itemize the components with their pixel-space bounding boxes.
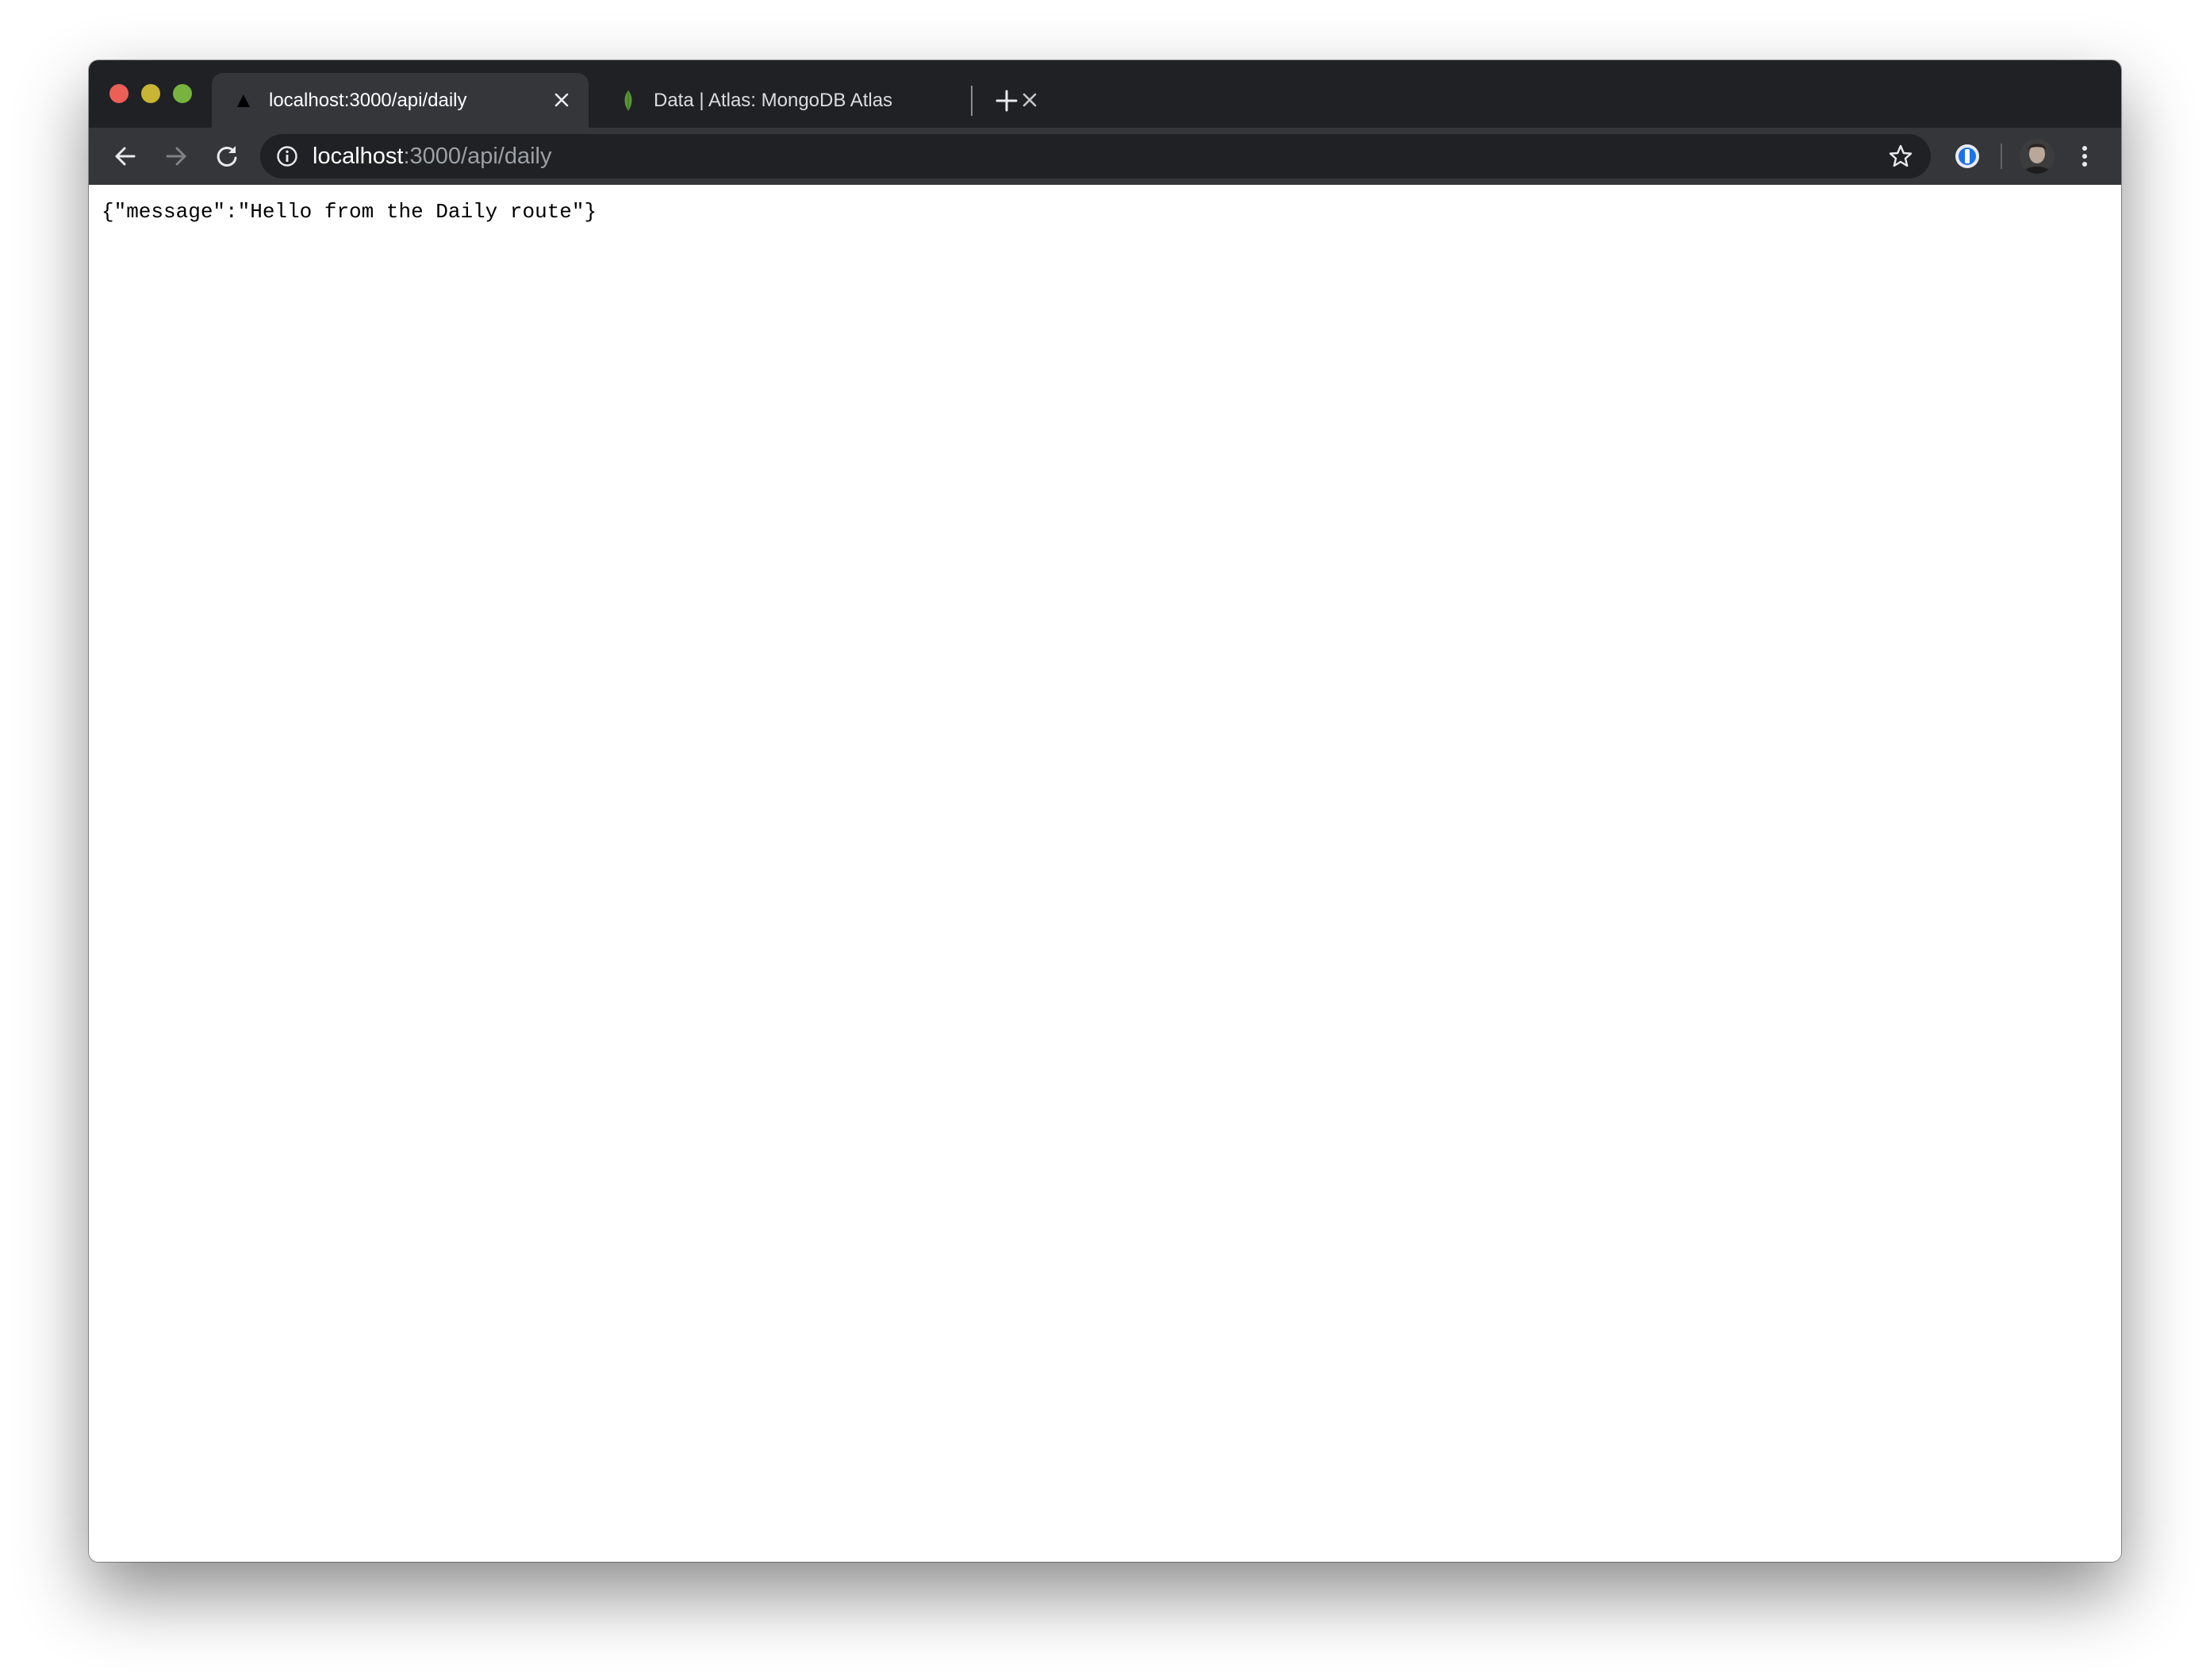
url-host: localhost bbox=[313, 144, 404, 169]
tab-divider bbox=[971, 86, 973, 116]
reload-button[interactable] bbox=[213, 142, 241, 171]
tab-title: Data | Atlas: MongoDB Atlas bbox=[654, 90, 893, 111]
password-manager-icon bbox=[1953, 144, 1982, 174]
tab-title: localhost:3000/api/daily bbox=[269, 90, 467, 111]
window-maximize-button[interactable] bbox=[173, 84, 192, 103]
tab-mongodb-atlas[interactable]: Data | Atlas: MongoDB Atlas bbox=[597, 73, 1057, 128]
extension-button[interactable] bbox=[1953, 142, 1982, 171]
info-icon[interactable] bbox=[276, 145, 298, 167]
mongodb-leaf-icon bbox=[619, 90, 638, 111]
page-content: {"message":"Hello from the Daily route"} bbox=[89, 185, 2121, 1562]
new-tab-button[interactable] bbox=[993, 87, 1020, 114]
url-path: :3000/api/daily bbox=[403, 144, 552, 169]
close-icon[interactable] bbox=[552, 90, 571, 109]
arrow-left-icon bbox=[111, 147, 140, 174]
toolbar: localhost:3000/api/daily bbox=[89, 128, 2121, 185]
triangle-favicon-icon bbox=[234, 91, 253, 110]
browser-window: localhost:3000/api/daily Data | Atlas: M… bbox=[89, 60, 2121, 1562]
address-bar[interactable]: localhost:3000/api/daily bbox=[260, 134, 1931, 178]
back-button[interactable] bbox=[111, 142, 140, 171]
tab-localhost-api-daily[interactable]: localhost:3000/api/daily bbox=[212, 73, 589, 128]
url-text: localhost:3000/api/daily bbox=[313, 134, 552, 178]
profile-avatar[interactable] bbox=[2020, 139, 2055, 174]
tab-strip: localhost:3000/api/daily Data | Atlas: M… bbox=[89, 60, 2121, 128]
arrow-right-icon bbox=[162, 147, 190, 174]
close-icon[interactable] bbox=[1020, 90, 1039, 109]
more-vertical-icon bbox=[2070, 146, 2099, 174]
plus-icon bbox=[993, 90, 1020, 117]
toolbar-divider bbox=[2001, 144, 2002, 169]
forward-button[interactable] bbox=[162, 142, 190, 171]
window-close-button[interactable] bbox=[109, 84, 129, 103]
window-minimize-button[interactable] bbox=[141, 84, 160, 103]
reload-icon bbox=[213, 146, 241, 174]
bookmark-star-icon[interactable] bbox=[1888, 144, 1913, 169]
json-response: {"message":"Hello from the Daily route"} bbox=[102, 200, 597, 224]
menu-button[interactable] bbox=[2070, 142, 2099, 171]
